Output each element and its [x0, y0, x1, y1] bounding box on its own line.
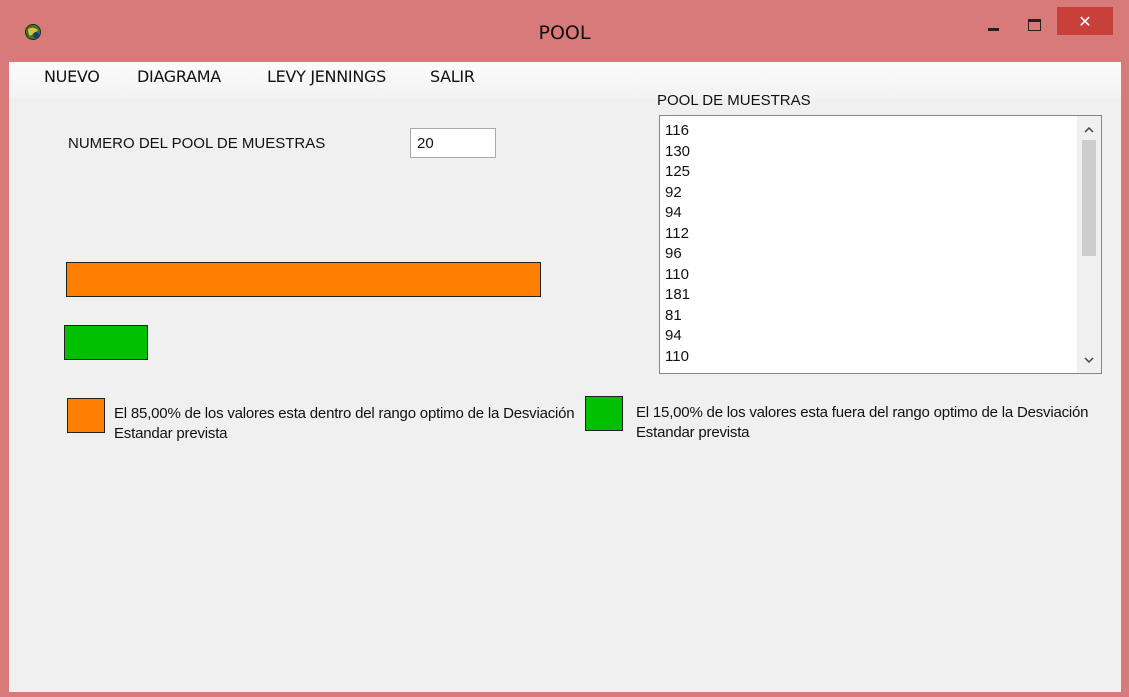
chevron-up-icon	[1084, 126, 1094, 133]
outside-range-bar	[64, 325, 148, 360]
maximize-icon	[1027, 19, 1041, 31]
pool-list-item[interactable]: 110	[665, 265, 1065, 286]
pool-list-item[interactable]: 81	[665, 306, 1065, 327]
within-range-text: El 85,00% de los valores esta dentro del…	[114, 405, 575, 442]
pool-list-item[interactable]: 116	[665, 121, 1065, 142]
maximize-button[interactable]	[1020, 12, 1048, 38]
outside-range-swatch	[585, 396, 623, 431]
pool-list-item[interactable]: 96	[665, 244, 1065, 265]
app-window: POOL ✕ NUEVO DIAGRAMA LEVY JENNINGS SALI…	[0, 0, 1129, 697]
pool-listbox[interactable]: 116 130 125 92 94 112 96 110 181 81 94 110	[659, 115, 1102, 374]
pool-list-items: 116 130 125 92 94 112 96 110 181 81 94 110	[665, 121, 1065, 367]
listbox-scrollbar[interactable]	[1077, 116, 1101, 373]
title-bar[interactable]: POOL ✕	[0, 0, 1129, 62]
menu-nuevo[interactable]: NUEVO	[44, 67, 100, 86]
close-icon: ✕	[1078, 11, 1092, 31]
menu-bar: NUEVO DIAGRAMA LEVY JENNINGS SALIR	[9, 62, 1121, 98]
pool-list-item[interactable]: 130	[665, 142, 1065, 163]
pool-list-item[interactable]: 92	[665, 183, 1065, 204]
menu-diagrama[interactable]: DIAGRAMA	[137, 67, 221, 86]
outside-range-text: El 15,00% de los valores esta fuera del …	[636, 404, 1089, 441]
pool-list-item[interactable]: 94	[665, 326, 1065, 347]
pool-count-input[interactable]	[410, 128, 496, 158]
menu-salir[interactable]: SALIR	[430, 67, 475, 86]
client-area: NUEVO DIAGRAMA LEVY JENNINGS SALIR NUMER…	[9, 62, 1121, 692]
minimize-icon	[987, 27, 999, 31]
menu-levy-jennings[interactable]: LEVY JENNINGS	[267, 67, 386, 86]
pool-list-item[interactable]: 110	[665, 347, 1065, 368]
pool-list-item[interactable]: 125	[665, 162, 1065, 183]
scroll-up-button[interactable]	[1077, 118, 1101, 140]
minimize-button[interactable]	[978, 12, 1008, 38]
scroll-down-button[interactable]	[1077, 349, 1101, 371]
within-range-bar	[66, 262, 541, 297]
chevron-down-icon	[1084, 356, 1094, 363]
window-title: POOL	[538, 22, 591, 44]
pool-list-item[interactable]: 112	[665, 224, 1065, 245]
close-button[interactable]: ✕	[1057, 7, 1113, 35]
within-range-swatch	[67, 398, 105, 433]
scroll-thumb[interactable]	[1082, 140, 1096, 256]
pool-list-item[interactable]: 181	[665, 285, 1065, 306]
pool-count-label: NUMERO DEL POOL DE MUESTRAS	[68, 135, 326, 152]
pool-list-item[interactable]: 94	[665, 203, 1065, 224]
pool-list-label: POOL DE MUESTRAS	[657, 92, 811, 109]
